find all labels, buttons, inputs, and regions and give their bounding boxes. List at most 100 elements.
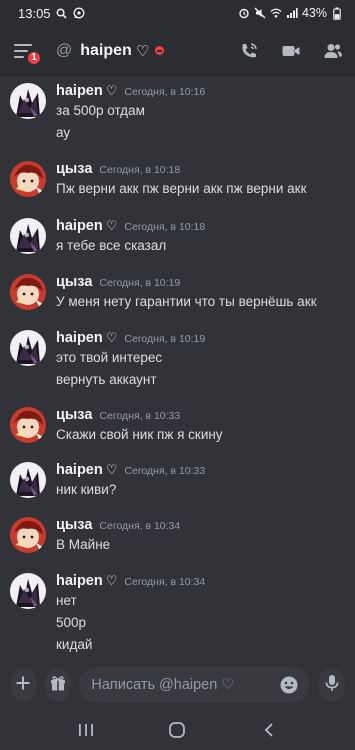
status-right: 43% xyxy=(238,6,343,20)
message-composer xyxy=(0,660,355,710)
message-group: цыза Сегодня, в 10:19 У меня нету гарантии… xyxy=(0,274,355,320)
heart-icon: ♡ xyxy=(105,218,118,233)
dnd-status-icon xyxy=(155,46,165,55)
heart-icon: ♡ xyxy=(105,462,118,477)
avatar[interactable] xyxy=(10,274,46,310)
message-text[interactable]: В Майне xyxy=(56,537,110,552)
message-header: цыза Сегодня, в 10:34 xyxy=(56,517,180,533)
avatar[interactable] xyxy=(10,407,46,443)
menu-bar xyxy=(14,49,28,52)
heart-icon: ♡ xyxy=(105,573,118,588)
gift-button[interactable] xyxy=(44,668,72,702)
voice-message-button[interactable] xyxy=(318,668,346,702)
author-name[interactable]: цыза xyxy=(56,407,92,423)
message-text[interactable]: вернуть аккаунт xyxy=(56,372,157,387)
gift-icon xyxy=(49,674,67,697)
message-group: haipen ♡ Сегодня, в 10:16 за 500р отдам ау xyxy=(0,83,355,151)
message-header: цыза Сегодня, в 10:33 xyxy=(56,407,180,423)
message-group: цыза Сегодня, в 10:34 В Майне xyxy=(0,517,355,563)
heart-icon: ♡ xyxy=(135,42,150,60)
message-header: цыза Сегодня, в 10:18 xyxy=(56,161,180,177)
author-name[interactable]: цыза xyxy=(56,517,92,533)
emoji-icon[interactable] xyxy=(278,674,300,696)
message-timestamp: Сегодня, в 10:19 xyxy=(124,333,206,345)
back-button[interactable] xyxy=(249,715,289,745)
status-bar: 13:05 43% xyxy=(0,0,355,26)
message-timestamp: Сегодня, в 10:18 xyxy=(99,164,181,176)
message-header: цыза Сегодня, в 10:19 xyxy=(56,274,180,290)
channel-title[interactable]: haipen ♡ xyxy=(80,42,165,60)
author-name[interactable]: цыза xyxy=(56,274,92,290)
avatar[interactable] xyxy=(10,218,46,254)
message-timestamp: Сегодня, в 10:18 xyxy=(124,221,206,233)
header-actions xyxy=(239,41,343,61)
at-icon: @ xyxy=(56,41,73,59)
avatar[interactable] xyxy=(10,330,46,366)
message-timestamp: Сегодня, в 10:33 xyxy=(124,465,206,477)
message-text[interactable]: У меня нету гарантии что ты вернёшь акк xyxy=(56,294,317,309)
message-group: haipen ♡ Сегодня, в 10:33 ник киви? xyxy=(0,462,355,508)
message-timestamp: Сегодня, в 10:16 xyxy=(124,86,206,98)
message-header: haipen ♡ Сегодня, в 10:18 xyxy=(56,218,205,234)
author-name[interactable]: haipen ♡ xyxy=(56,330,117,346)
phone-call-icon[interactable] xyxy=(239,41,259,61)
alarm-icon xyxy=(238,7,250,19)
message-timestamp: Сегодня, в 10:19 xyxy=(99,277,181,289)
signal-icon xyxy=(286,7,298,19)
message-header: haipen ♡ Сегодня, в 10:19 xyxy=(56,330,205,346)
message-group: haipen ♡ Сегодня, в 10:18 я тебе все сказал xyxy=(0,218,355,264)
message-group: цыза Сегодня, в 10:33 Скажи свой ник пж я … xyxy=(0,407,355,453)
message-text[interactable]: это твой интерес xyxy=(56,350,162,365)
microphone-icon xyxy=(324,674,340,697)
system-nav-bar xyxy=(0,710,355,750)
message-text[interactable]: за 500р отдам xyxy=(56,103,145,118)
message-text[interactable]: кидай xyxy=(56,637,92,652)
message-text[interactable]: нет xyxy=(56,593,77,608)
avatar[interactable] xyxy=(10,573,46,609)
message-header: haipen ♡ Сегодня, в 10:16 xyxy=(56,83,205,99)
author-name[interactable]: haipen ♡ xyxy=(56,462,117,478)
message-timestamp: Сегодня, в 10:33 xyxy=(99,410,181,422)
status-time: 13:05 xyxy=(18,5,51,21)
message-text[interactable]: Скажи свой ник пж я скину xyxy=(56,427,223,442)
home-button[interactable] xyxy=(157,715,197,745)
message-input[interactable] xyxy=(91,677,279,693)
avatar[interactable] xyxy=(10,161,46,197)
members-icon[interactable] xyxy=(323,41,343,61)
message-timestamp: Сегодня, в 10:34 xyxy=(99,520,181,532)
message-header: haipen ♡ Сегодня, в 10:34 xyxy=(56,573,205,589)
message-text[interactable]: ник киви? xyxy=(56,482,116,497)
message-timestamp: Сегодня, в 10:34 xyxy=(124,576,206,588)
message-text[interactable]: я тебе все сказал xyxy=(56,238,166,253)
search-icon xyxy=(56,7,68,19)
author-name[interactable]: haipen ♡ xyxy=(56,83,117,99)
battery-icon xyxy=(331,7,343,20)
message-header: haipen ♡ Сегодня, в 10:33 xyxy=(56,462,205,478)
wifi-icon xyxy=(270,7,282,19)
message-input-container[interactable] xyxy=(79,667,311,703)
message-text[interactable]: Пж верни акк пж верни акк пж верни акк xyxy=(56,181,306,196)
author-name[interactable]: цыза xyxy=(56,161,92,177)
author-name[interactable]: haipen ♡ xyxy=(56,573,117,589)
avatar[interactable] xyxy=(10,462,46,498)
author-name[interactable]: haipen ♡ xyxy=(56,218,117,234)
video-camera-icon[interactable] xyxy=(281,41,301,61)
notification-badge: 1 xyxy=(26,49,42,66)
add-button[interactable] xyxy=(10,668,37,702)
recent-apps-button[interactable] xyxy=(66,715,106,745)
message-group: haipen ♡ Сегодня, в 10:19 это твой интерес в… xyxy=(0,330,355,398)
heart-icon: ♡ xyxy=(105,330,118,345)
message-list[interactable]: haipen ♡ Сегодня, в 10:16 за 500р отдам ау цы… xyxy=(0,77,355,660)
message-text[interactable]: ау xyxy=(56,125,70,140)
avatar[interactable] xyxy=(10,517,46,553)
avatar[interactable] xyxy=(10,83,46,119)
menu-button[interactable]: 1 xyxy=(14,39,42,66)
message-group: цыза Сегодня, в 10:18 Пж верни акк пж верн… xyxy=(0,161,355,207)
menu-bar xyxy=(14,55,24,58)
heart-icon: ♡ xyxy=(105,83,118,98)
channel-header: 1 @ haipen ♡ xyxy=(0,26,355,76)
message-text[interactable]: 500р xyxy=(56,615,86,630)
status-left: 13:05 xyxy=(18,6,85,21)
message-group: haipen ♡ Сегодня, в 10:34 нет 500р кидай xyxy=(0,573,355,660)
mute-icon xyxy=(254,7,266,19)
